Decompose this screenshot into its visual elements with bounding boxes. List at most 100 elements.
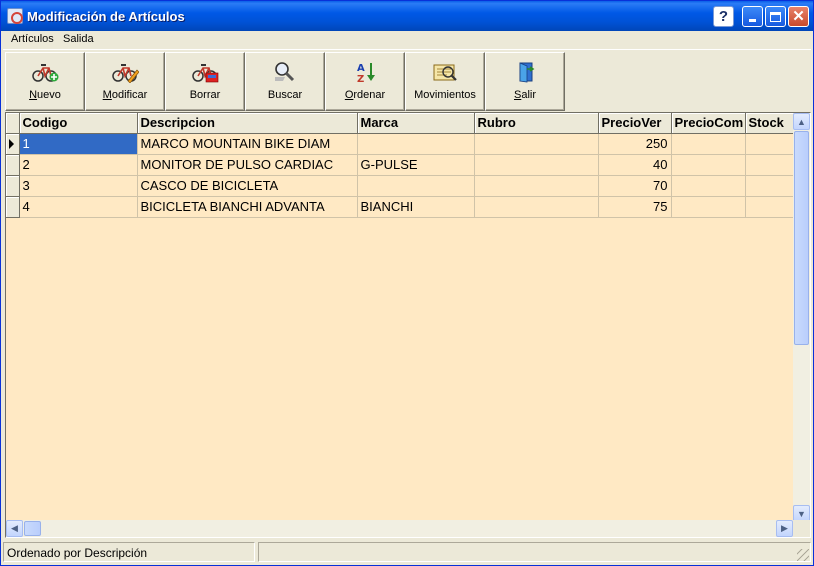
row-indicator: [6, 154, 20, 176]
column-header-stock[interactable]: Stock: [745, 113, 796, 134]
menu-articulos[interactable]: Artículos: [11, 33, 54, 45]
status-sort-order: Ordenado por Descripción: [3, 542, 255, 562]
cell-marca[interactable]: BIANCHI: [357, 196, 475, 218]
resize-grip-icon[interactable]: [797, 549, 809, 561]
cell-stock[interactable]: [745, 154, 796, 176]
help-button[interactable]: ?: [713, 6, 734, 27]
cell-descripcion[interactable]: MARCO MOUNTAIN BIKE DIAM: [137, 133, 358, 155]
cell-precio-venta[interactable]: 40: [598, 154, 672, 176]
chevron-left-icon: ◀: [11, 523, 18, 533]
movimientos-label: Movimientos: [414, 89, 476, 101]
status-panel-secondary: [258, 542, 811, 562]
cell-stock[interactable]: [745, 175, 796, 197]
close-icon: ✕: [792, 8, 805, 25]
ordenar-button[interactable]: A Z Ordenar: [325, 52, 405, 111]
chevron-up-icon: ▲: [797, 116, 806, 127]
magnifier-icon: [275, 62, 295, 82]
cell-marca[interactable]: [357, 133, 475, 155]
app-icon[interactable]: [7, 8, 23, 24]
bicycle-edit-icon: [112, 64, 139, 83]
column-header-codigo[interactable]: Codigo: [19, 113, 138, 134]
modificar-button[interactable]: Modificar: [85, 52, 165, 111]
chevron-down-icon: ▼: [797, 508, 806, 519]
cell-rubro[interactable]: [474, 196, 599, 218]
cell-rubro[interactable]: [474, 175, 599, 197]
column-header-rubro[interactable]: Rubro: [474, 113, 599, 134]
cell-precio-venta[interactable]: 250: [598, 133, 672, 155]
cell-codigo[interactable]: 3: [19, 175, 138, 197]
cell-rubro[interactable]: [474, 154, 599, 176]
row-indicator: [6, 196, 20, 218]
cell-codigo[interactable]: 4: [19, 196, 138, 218]
maximize-icon: [770, 11, 781, 22]
exit-door-icon: [519, 62, 535, 83]
column-header-precio-compra[interactable]: PrecioCom: [671, 113, 746, 134]
cell-codigo[interactable]: 1: [19, 133, 138, 155]
vertical-scrollbar[interactable]: ▲ ▼: [793, 113, 810, 522]
maximize-button[interactable]: [765, 6, 786, 27]
cell-marca[interactable]: G-PULSE: [357, 154, 475, 176]
main-window: Modificación de Artículos ? ✕ Artículos …: [0, 0, 814, 566]
cell-descripcion[interactable]: MONITOR DE PULSO CARDIAC: [137, 154, 358, 176]
horizontal-scroll-thumb[interactable]: [24, 521, 41, 536]
movimientos-button[interactable]: Movimientos: [405, 52, 485, 111]
cell-descripcion[interactable]: BICICLETA BIANCHI ADVANTA: [137, 196, 358, 218]
table-row[interactable]: 1 MARCO MOUNTAIN BIKE DIAM 250: [6, 133, 796, 155]
cell-rubro[interactable]: [474, 133, 599, 155]
sort-az-icon: A Z: [357, 63, 375, 83]
cell-stock[interactable]: [745, 133, 796, 155]
articles-grid[interactable]: Codigo Descripcion Marca Rubro PrecioVer…: [5, 112, 811, 538]
column-header-descripcion[interactable]: Descripcion: [137, 113, 358, 134]
menu-bar: Artículos Salida: [3, 31, 811, 49]
status-bar: Ordenado por Descripción: [3, 541, 811, 563]
minimize-icon: [749, 19, 756, 22]
help-icon: ?: [718, 8, 729, 25]
cell-precio-compra[interactable]: [671, 133, 746, 155]
modificar-label: Modificar: [102, 89, 148, 101]
column-header-precio-venta[interactable]: PrecioVer: [598, 113, 672, 134]
column-header-marca[interactable]: Marca: [357, 113, 475, 134]
cell-codigo[interactable]: 2: [19, 154, 138, 176]
table-row[interactable]: 3 CASCO DE BICICLETA 70: [6, 175, 796, 197]
borrar-button[interactable]: Borrar: [165, 52, 245, 111]
scroll-up-button[interactable]: ▲: [793, 113, 810, 130]
current-row-indicator: [6, 133, 20, 155]
cell-precio-venta[interactable]: 70: [598, 175, 672, 197]
ordenar-label: Ordenar: [344, 89, 386, 101]
svg-text:Z: Z: [357, 74, 364, 83]
cell-precio-compra[interactable]: [671, 154, 746, 176]
vertical-scroll-thumb[interactable]: [794, 131, 809, 345]
salir-label: Salir: [513, 89, 536, 101]
scroll-right-button[interactable]: ▶: [776, 520, 793, 537]
table-row[interactable]: 4 BICICLETA BIANCHI ADVANTA BIANCHI 75: [6, 196, 796, 218]
bicycle-delete-icon: [192, 64, 219, 83]
row-pointer-icon: [9, 138, 14, 149]
cell-precio-compra[interactable]: [671, 175, 746, 197]
title-bar[interactable]: Modificación de Artículos ? ✕: [1, 1, 813, 31]
horizontal-scrollbar[interactable]: ◀ ▶: [6, 520, 793, 537]
buscar-label: Buscar: [267, 89, 303, 101]
scrollbar-corner: [793, 520, 810, 537]
close-button[interactable]: ✕: [788, 6, 809, 27]
cell-precio-compra[interactable]: [671, 196, 746, 218]
salir-button[interactable]: Salir: [485, 52, 565, 111]
table-row[interactable]: 2 MONITOR DE PULSO CARDIAC G-PULSE 40: [6, 154, 796, 176]
buscar-button[interactable]: Buscar: [245, 52, 325, 111]
cell-precio-venta[interactable]: 75: [598, 196, 672, 218]
minimize-button[interactable]: [742, 6, 763, 27]
window-title: Modificación de Artículos: [27, 9, 185, 24]
cell-stock[interactable]: [745, 196, 796, 218]
scroll-left-button[interactable]: ◀: [6, 520, 23, 537]
row-indicator-header: [6, 113, 20, 134]
cell-marca[interactable]: [357, 175, 475, 197]
toolbar: Nuevo Modificar Borrar Buscar A Z Ordena…: [3, 49, 811, 111]
chevron-right-icon: ▶: [781, 523, 788, 533]
nuevo-label: Nuevo: [29, 89, 61, 101]
cell-descripcion[interactable]: CASCO DE BICICLETA: [137, 175, 358, 197]
articles-table: Codigo Descripcion Marca Rubro PrecioVer…: [6, 113, 796, 218]
borrar-label: Borrar: [189, 89, 221, 101]
header-row: Codigo Descripcion Marca Rubro PrecioVer…: [6, 113, 796, 134]
nuevo-button[interactable]: Nuevo: [5, 52, 85, 111]
menu-salida[interactable]: Salida: [63, 33, 94, 45]
row-indicator: [6, 175, 20, 197]
